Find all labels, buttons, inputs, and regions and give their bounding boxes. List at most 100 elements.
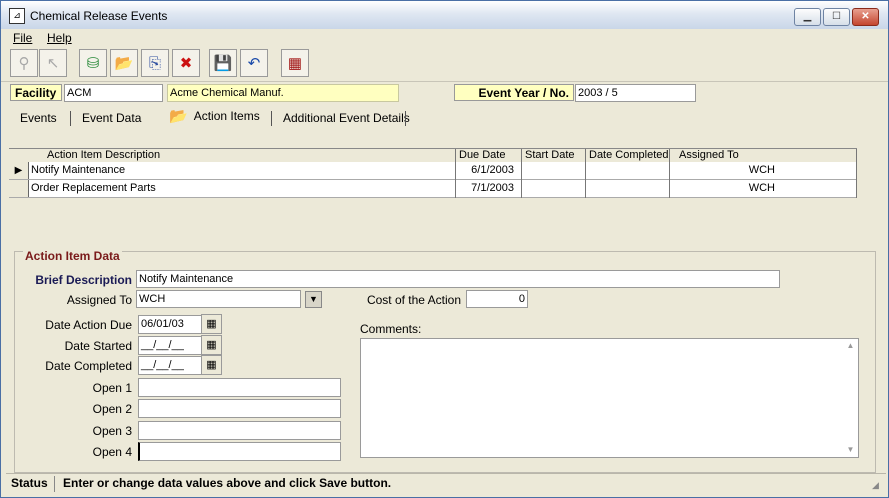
toolbar-cursor-button[interactable]: ↖ <box>39 49 67 77</box>
comments-scrollbar[interactable]: ▲ ▼ <box>843 339 858 457</box>
main-window: ⊿ Chemical Release Events ▁ ☐ ✕ File Hel… <box>0 0 889 498</box>
tab-events[interactable]: Events <box>20 109 57 128</box>
brief-description-label: Brief Description <box>35 273 132 287</box>
status-label: Status <box>6 476 55 492</box>
toolbar: ⚲ ↖ ⛁ 📂 ⎘ ✖ 💾 ↶ ▦ <box>1 47 888 82</box>
open3-field[interactable] <box>138 421 341 440</box>
open1-field[interactable] <box>138 378 341 397</box>
current-row-indicator-icon: ▶ <box>9 162 29 179</box>
group-title: Action Item Data <box>23 249 122 263</box>
copy-icon: ⎘ <box>148 54 161 72</box>
title-bar[interactable]: ⊿ Chemical Release Events ▁ ☐ ✕ <box>1 1 888 30</box>
tab-additional-details[interactable]: Additional Event Details <box>283 109 410 128</box>
app-icon: ⊿ <box>9 8 25 24</box>
toolbar-open-button[interactable]: 📂 <box>110 49 138 77</box>
dropdown-arrow-icon[interactable]: ▼ <box>305 291 322 308</box>
tab-event-data[interactable]: Event Data <box>82 109 141 128</box>
cell-description[interactable]: Order Replacement Parts <box>31 180 451 197</box>
date-started-field[interactable]: __/__/__ <box>138 336 202 355</box>
date-due-label: Date Action Due <box>45 318 132 332</box>
open2-label: Open 2 <box>92 402 132 416</box>
cursor-icon: ↖ <box>46 55 60 72</box>
minimize-button[interactable]: ▁ <box>794 8 821 26</box>
undo-icon: ↶ <box>247 55 261 72</box>
maximize-button[interactable]: ☐ <box>823 8 850 26</box>
toolbar-calculator-button[interactable]: ▦ <box>281 49 309 77</box>
cell-start-date[interactable] <box>522 180 582 197</box>
grid-divider <box>669 149 670 198</box>
cell-due-date[interactable]: 6/1/2003 <box>456 162 514 179</box>
close-button[interactable]: ✕ <box>852 8 879 26</box>
grid-divider <box>856 149 857 198</box>
action-items-grid: Action Item Description Due Date Start D… <box>9 148 857 198</box>
window-title: Chemical Release Events <box>30 9 168 23</box>
calendar-icon[interactable]: ▦ <box>201 335 222 355</box>
toolbar-network-button[interactable]: ⚲ <box>10 49 38 77</box>
facility-label: Facility <box>10 84 62 101</box>
cost-label: Cost of the Action <box>366 293 461 307</box>
brief-description-field[interactable]: Notify Maintenance <box>136 270 780 288</box>
open3-label: Open 3 <box>92 424 132 438</box>
comments-textarea[interactable]: ▲ ▼ <box>360 338 859 458</box>
comments-label: Comments: <box>360 322 422 336</box>
tab-separator <box>271 111 272 126</box>
status-message: Enter or change data values above and cl… <box>63 476 392 490</box>
open-folder-icon: 📂 <box>169 107 188 125</box>
menu-bar: File Help <box>1 29 888 47</box>
row-indicator <box>9 180 29 197</box>
cell-assigned-to[interactable]: WCH <box>670 180 775 197</box>
column-header-description[interactable]: Action Item Description <box>47 149 160 162</box>
resize-grip-icon[interactable]: ◢ <box>872 480 884 492</box>
grid-header: Action Item Description Due Date Start D… <box>9 149 857 163</box>
event-year-field[interactable]: 2003 / 5 <box>575 84 696 102</box>
open4-field[interactable] <box>138 442 341 461</box>
open-folder-icon: 📂 <box>114 55 134 72</box>
calendar-icon[interactable]: ▦ <box>201 355 222 375</box>
table-row[interactable]: Order Replacement Parts 7/1/2003 WCH <box>9 180 857 198</box>
date-completed-label: Date Completed <box>45 359 132 373</box>
table-row[interactable]: ▶ Notify Maintenance 6/1/2003 WCH <box>9 162 857 180</box>
column-header-due-date[interactable]: Due Date <box>459 149 505 162</box>
cell-start-date[interactable] <box>522 162 582 179</box>
menu-file-label: File <box>13 31 33 45</box>
network-icon: ⚲ <box>18 55 30 72</box>
toolbar-delete-button[interactable]: ✖ <box>172 49 200 77</box>
cell-due-date[interactable]: 7/1/2003 <box>456 180 514 197</box>
scroll-up-icon[interactable]: ▲ <box>843 339 858 353</box>
grid-divider <box>585 149 586 198</box>
cell-date-completed[interactable] <box>586 162 668 179</box>
assigned-to-select[interactable]: WCH <box>136 290 301 308</box>
facility-code-field[interactable]: ACM <box>64 84 163 102</box>
assigned-to-label: Assigned To <box>66 293 132 307</box>
toolbar-database-button[interactable]: ⛁ <box>79 49 107 77</box>
open1-label: Open 1 <box>92 381 132 395</box>
date-due-field[interactable]: 06/01/03 <box>138 315 202 334</box>
column-header-start-date[interactable]: Start Date <box>525 149 575 162</box>
delete-icon: ✖ <box>179 55 193 72</box>
grid-divider <box>455 149 456 198</box>
open4-label: Open 4 <box>92 445 132 459</box>
cell-description[interactable]: Notify Maintenance <box>31 162 451 179</box>
database-icon: ⛁ <box>86 55 100 72</box>
cost-field[interactable]: 0 <box>466 290 528 308</box>
menu-file[interactable]: File <box>13 31 32 45</box>
calendar-icon[interactable]: ▦ <box>201 314 222 334</box>
open2-field[interactable] <box>138 399 341 418</box>
calculator-icon: ▦ <box>287 55 303 72</box>
tab-action-items[interactable]: 📂 Action Items <box>169 106 260 125</box>
date-started-label: Date Started <box>64 339 132 353</box>
toolbar-save-button[interactable]: 💾 <box>209 49 237 77</box>
menu-help-label: Help <box>47 31 72 45</box>
status-bar: Status Enter or change data values above… <box>6 473 886 494</box>
scroll-down-icon[interactable]: ▼ <box>843 443 858 457</box>
save-icon: 💾 <box>213 55 233 72</box>
date-completed-field[interactable]: __/__/__ <box>138 356 202 375</box>
menu-help[interactable]: Help <box>47 31 72 45</box>
column-header-assigned-to[interactable]: Assigned To <box>679 149 739 162</box>
facility-name-field: Acme Chemical Manuf. <box>167 84 399 102</box>
toolbar-undo-button[interactable]: ↶ <box>240 49 268 77</box>
cell-assigned-to[interactable]: WCH <box>670 162 775 179</box>
column-header-date-completed[interactable]: Date Completed <box>589 149 669 162</box>
toolbar-copy-button[interactable]: ⎘ <box>141 49 169 77</box>
cell-date-completed[interactable] <box>586 180 668 197</box>
